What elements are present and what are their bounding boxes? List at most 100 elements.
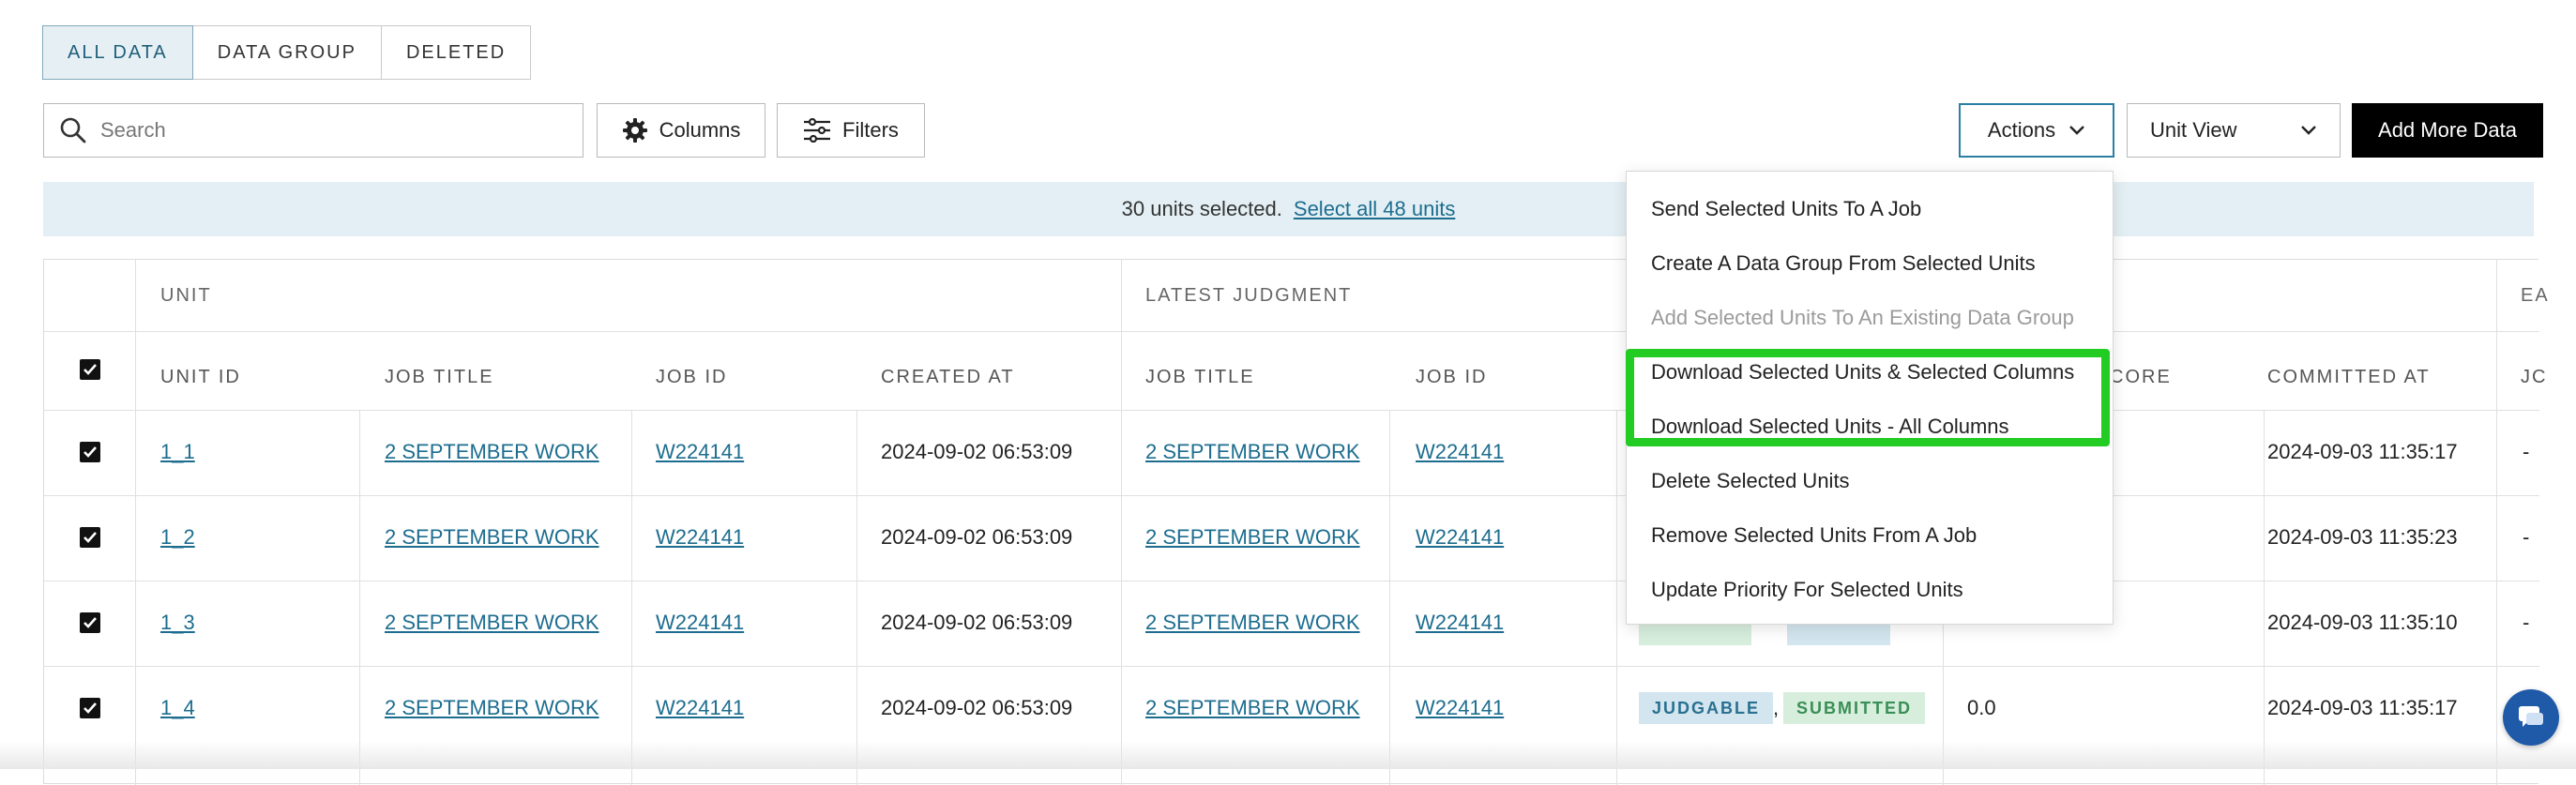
score-cell: 0.0 (1967, 696, 1996, 719)
column-header-unit-id[interactable]: UNIT ID (160, 354, 241, 400)
menu-item-add-to-existing-group: Add Selected Units To An Existing Data G… (1651, 306, 2074, 329)
column-header-score[interactable]: CORE (2110, 354, 2172, 400)
select-all-link[interactable]: Select all 48 units (1294, 197, 1455, 221)
view-select[interactable]: Unit View (2127, 103, 2341, 158)
sliders-icon (804, 118, 831, 143)
select-all-checkbox[interactable] (80, 359, 100, 380)
chat-support-button[interactable] (2503, 689, 2559, 746)
column-divider (135, 260, 136, 785)
column-divider (1616, 410, 1617, 785)
bottom-fade (0, 741, 2576, 769)
column-divider (2264, 410, 2265, 785)
lj-job-title-link[interactable]: 2 SEPTEMBER WORK (1145, 438, 1360, 466)
lj-job-title-link[interactable]: 2 SEPTEMBER WORK (1145, 609, 1360, 637)
menu-item-send-to-job[interactable]: Send Selected Units To A Job (1651, 194, 1921, 224)
column-header-created-at[interactable]: CREATED AT (881, 354, 1015, 400)
lj-job-id-link[interactable]: W224141 (1416, 523, 1504, 551)
extra-cell: - (2523, 525, 2530, 549)
row-checkbox[interactable] (80, 698, 100, 718)
committed-at-cell: 2024-09-03 11:35:17 (2267, 440, 2458, 463)
column-divider (1121, 260, 1122, 785)
filters-label: Filters (842, 118, 899, 142)
tab-deleted[interactable]: DELETED (380, 25, 532, 80)
row-divider (44, 410, 2539, 411)
add-more-data-button[interactable]: Add More Data (2352, 103, 2543, 158)
lj-job-id-link[interactable]: W224141 (1416, 694, 1504, 722)
tab-data-group[interactable]: DATA GROUP (191, 25, 382, 80)
row-checkbox[interactable] (80, 612, 100, 633)
menu-item-remove-from-job[interactable]: Remove Selected Units From A Job (1651, 521, 1977, 551)
column-header-committed-at[interactable]: COMMITTED AT (2267, 354, 2431, 400)
check-icon (83, 702, 97, 714)
check-icon (83, 446, 97, 458)
column-divider (631, 410, 632, 785)
status-badge: JUDGABLE (1639, 692, 1774, 724)
column-divider (359, 410, 360, 785)
filters-button[interactable]: Filters (777, 103, 925, 158)
selection-banner: 30 units selected. Select all 48 units (43, 182, 2534, 236)
actions-button[interactable]: Actions (1959, 103, 2114, 158)
unit-id-link[interactable]: 1_3 (160, 609, 195, 637)
column-header-lj-job-id[interactable]: JOB ID (1416, 354, 1487, 400)
tab-all-data[interactable]: ALL DATA (42, 25, 193, 80)
lj-job-id-link[interactable]: W224141 (1416, 609, 1504, 637)
row-divider (44, 666, 2539, 667)
search-box[interactable] (43, 103, 583, 158)
units-table: UNIT LATEST JUDGMENT EA UNIT ID JOB TITL… (43, 259, 2548, 785)
view-select-value: Unit View (2150, 118, 2237, 142)
committed-at-cell: 2024-09-03 11:35:23 (2267, 525, 2458, 549)
row-checkbox[interactable] (80, 527, 100, 548)
status-badge: SUBMITTED (1783, 692, 1925, 724)
column-divider (1389, 410, 1390, 785)
lj-job-id-link[interactable]: W224141 (1416, 438, 1504, 466)
row-divider (44, 495, 2539, 496)
job-title-link[interactable]: 2 SEPTEMBER WORK (385, 694, 599, 722)
created-at-cell: 2024-09-02 06:53:09 (881, 611, 1073, 634)
chevron-down-icon (2301, 126, 2316, 135)
column-header-job-title[interactable]: JOB TITLE (385, 354, 494, 400)
search-input[interactable] (98, 117, 553, 143)
committed-at-cell: 2024-09-03 11:35:17 (2267, 696, 2458, 719)
gear-icon (622, 118, 647, 143)
check-icon (83, 617, 97, 628)
job-title-link[interactable]: 2 SEPTEMBER WORK (385, 438, 599, 466)
actions-label: Actions (1987, 118, 2056, 142)
menu-item-create-data-group[interactable]: Create A Data Group From Selected Units (1651, 249, 2036, 279)
columns-label: Columns (659, 118, 741, 142)
menu-item-delete-units[interactable]: Delete Selected Units (1651, 466, 1850, 496)
download-options-highlight (1626, 349, 2110, 446)
extra-cell: - (2523, 440, 2530, 463)
lj-job-title-link[interactable]: 2 SEPTEMBER WORK (1145, 694, 1360, 722)
row-checkbox[interactable] (80, 442, 100, 462)
job-id-link[interactable]: W224141 (656, 694, 744, 722)
column-header-lj-job-title[interactable]: JOB TITLE (1145, 354, 1255, 400)
chat-icon (2519, 706, 2543, 727)
job-id-link[interactable]: W224141 (656, 438, 744, 466)
column-header-partial[interactable]: JC (2521, 354, 2547, 400)
unit-id-link[interactable]: 1_1 (160, 438, 195, 466)
column-header-job-id[interactable]: JOB ID (656, 354, 727, 400)
group-header-partial: EA (2521, 284, 2550, 306)
committed-at-cell: 2024-09-03 11:35:10 (2267, 611, 2458, 634)
job-title-link[interactable]: 2 SEPTEMBER WORK (385, 609, 599, 637)
job-id-link[interactable]: W224141 (656, 523, 744, 551)
columns-button[interactable]: Columns (597, 103, 765, 158)
check-icon (83, 364, 97, 375)
job-id-link[interactable]: W224141 (656, 609, 744, 637)
selected-count-text: 30 units selected. (1121, 197, 1282, 220)
menu-item-update-priority[interactable]: Update Priority For Selected Units (1651, 575, 1963, 605)
chevron-down-icon (2069, 126, 2084, 135)
search-icon (60, 117, 86, 143)
unit-id-link[interactable]: 1_4 (160, 694, 195, 722)
created-at-cell: 2024-09-02 06:53:09 (881, 440, 1073, 463)
created-at-cell: 2024-09-02 06:53:09 (881, 696, 1073, 719)
job-title-link[interactable]: 2 SEPTEMBER WORK (385, 523, 599, 551)
lj-job-title-link[interactable]: 2 SEPTEMBER WORK (1145, 523, 1360, 551)
badge-separator: , (1773, 696, 1780, 719)
column-divider (856, 410, 857, 785)
check-icon (83, 532, 97, 543)
unit-id-link[interactable]: 1_2 (160, 523, 195, 551)
view-tabs: ALL DATA DATA GROUP DELETED (42, 25, 532, 80)
extra-cell: - (2523, 611, 2530, 634)
column-divider (2496, 260, 2497, 785)
